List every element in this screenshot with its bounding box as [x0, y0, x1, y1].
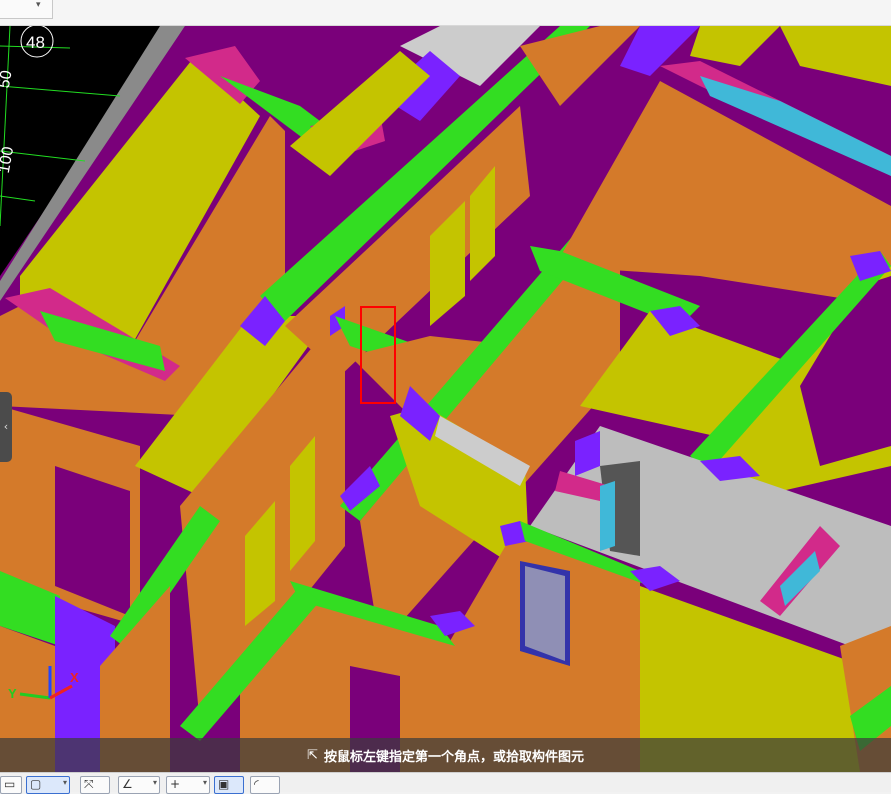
beam-blue: [600, 481, 615, 551]
corner-pick-icon: ⇱: [307, 747, 318, 763]
display-icon: ▣: [218, 777, 230, 791]
status-hint-bar: ⇱ 按鼠标左键指定第一个角点，或拾取构件图元: [0, 738, 891, 772]
axis-number: 48: [26, 33, 45, 52]
arc-button[interactable]: ◜: [250, 776, 280, 794]
chevron-down-icon: ▾: [152, 778, 157, 787]
display-toggle-button[interactable]: ▣: [214, 776, 244, 794]
bottom-toolbar: ▭ ▢ ▾ ⤧ ∠ ▾ + ▾ ▣ ◜: [0, 772, 891, 794]
cross-select-button[interactable]: ⤧: [80, 776, 110, 794]
select-rect-button[interactable]: ▭: [0, 776, 22, 794]
cross-select-icon: ⤧: [84, 777, 94, 791]
axis-label-y: Y: [8, 686, 17, 701]
angle-icon: ∠: [122, 777, 133, 791]
snap-dropdown[interactable]: + ▾: [166, 776, 210, 794]
select-rect-icon: ▭: [4, 777, 16, 791]
chevron-left-icon: ‹: [3, 420, 9, 433]
model-viewport[interactable]: 48 50 100 Y X ‹ ⇱ 按鼠标左键指定第一个角点，或拾取构件图元: [0, 26, 891, 772]
chevron-down-icon: ▾: [62, 778, 67, 787]
window-pane: [525, 566, 565, 661]
chevron-down-icon: ▾: [36, 0, 41, 10]
building-3d-view[interactable]: 48 50 100 Y X: [0, 26, 891, 772]
top-toolbar: ▾: [0, 0, 891, 26]
top-dropdown[interactable]: ▾: [0, 0, 53, 19]
chevron-down-icon: ▾: [202, 778, 207, 787]
angle-snap-dropdown[interactable]: ∠ ▾: [118, 776, 160, 794]
axis-label-x: X: [70, 670, 79, 685]
side-panel-collapse-tab[interactable]: ‹: [0, 392, 12, 462]
select-mode-dropdown[interactable]: ▢ ▾: [26, 776, 70, 794]
arc-icon: ◜: [254, 777, 259, 791]
plus-snap-icon: +: [170, 777, 181, 791]
select-dropdown-icon: ▢: [30, 777, 42, 791]
status-hint-text: 按鼠标左键指定第一个角点，或拾取构件图元: [323, 749, 584, 765]
